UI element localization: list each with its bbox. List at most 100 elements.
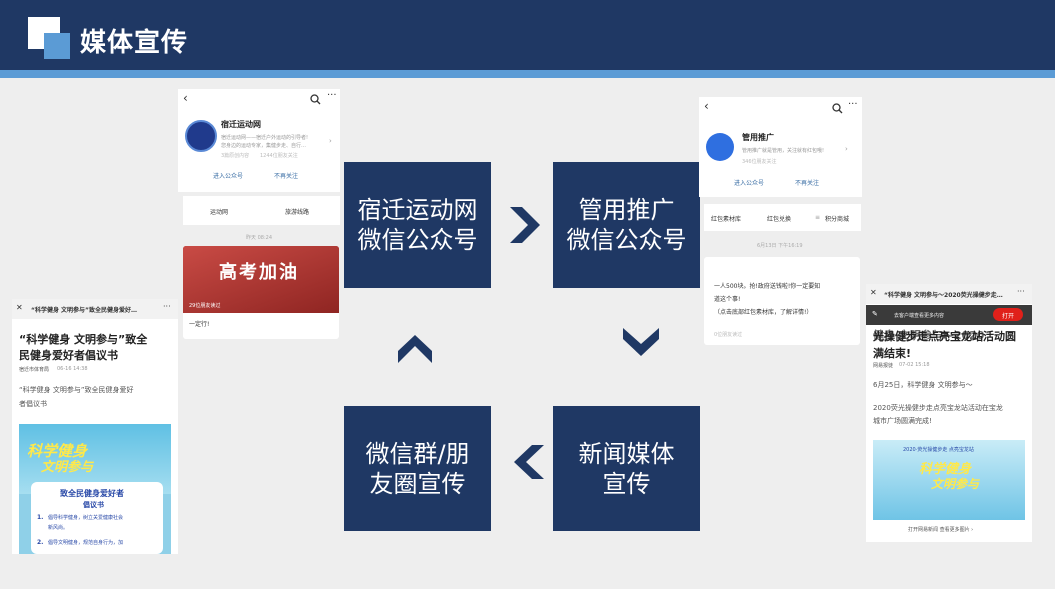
box-wechat-group: 微信群/朋 友圈宣传 [344, 406, 491, 531]
message-time: 昨天 08:24 [246, 235, 272, 241]
close-icon[interactable]: ✕ [16, 303, 23, 312]
close-icon[interactable]: ✕ [870, 288, 877, 297]
enter-account-button[interactable]: 进入公众号 [213, 171, 243, 180]
message-time: 6月13日 下午16:19 [757, 243, 803, 249]
article-banner: 高考加油 29位朋友读过 [183, 246, 339, 313]
topbar-title: “科学健身 文明参与”致全民健身爱好… [31, 307, 137, 314]
arrow-left-icon [514, 445, 544, 479]
article-caption: 一定行! [189, 321, 210, 328]
read-count: 0位朋友读过 [714, 332, 743, 338]
topbar-title: “科学健身 文明参与～2020荧光操健步走… [884, 292, 1003, 299]
article-title: 光操健步走点亮宝龙站活动圆 [873, 330, 1016, 343]
account-stats: 3篇原创内容 [221, 153, 250, 159]
message-text: 一人500块。抢!政府送钱啦!你一定要知 [714, 283, 821, 290]
box-line: 宿迁运动网 [357, 196, 478, 224]
card-guanyong-message[interactable]: 一人500块。抢!政府送钱啦!你一定要知 道这个事! （点击底部红包素材库，了解… [704, 257, 860, 345]
arrow-right-icon [510, 207, 540, 243]
card-suqian-menu: 运动网 旅游线路 [183, 196, 340, 225]
message-text: （点击底部红包素材库，了解详情!） [714, 309, 813, 316]
card-guanyong-account-profile: ‹ ··· 管用推广 管用推广就是管用，关注就有红包哦! › 346位朋友关注 … [699, 97, 862, 197]
account-friends: 1244位朋友关注 [260, 153, 298, 159]
poster-item: 新风尚。 [48, 525, 69, 531]
article-body: 2020荧光操健步走点亮宝龙站活动在宝龙 [873, 404, 1003, 412]
box-line: 微信公众号 [357, 226, 478, 254]
search-icon[interactable] [832, 103, 843, 114]
article-body: 城市广场圆满完成! [873, 417, 932, 425]
list-number: 2. [37, 539, 44, 546]
enter-account-button[interactable]: 进入公众号 [734, 178, 764, 187]
logo-square-blue [44, 33, 70, 59]
box-suqian-sports-wechat: 宿迁运动网 微信公众号 [344, 162, 491, 288]
article-body: “科学健身 文明参与”致全民健身爱好 [19, 386, 134, 394]
card-guanyong-menu: 红包素材库 红包兑换 ≡ 积分商城 [704, 204, 861, 231]
arrow-down-icon [623, 328, 659, 356]
message-text: 道这个事! [714, 296, 741, 303]
box-line: 宣传 [602, 469, 651, 498]
box-line: 管用推广 [578, 196, 675, 224]
article-title: “科学健身 文明参与”致全 [19, 333, 148, 346]
back-icon[interactable]: ‹ [704, 99, 709, 113]
article-poster: 科学健身 文明参与 致全民健身爱好者 倡议书 1. 倡导科学健身，树立关爱健康社… [19, 424, 171, 554]
more-icon[interactable]: ··· [848, 99, 858, 110]
list-number: 1. [37, 514, 44, 521]
account-desc: 管用推广就是管用，关注就有红包哦! [742, 148, 825, 154]
page-title: 媒体宣传 [80, 28, 189, 58]
search-icon[interactable] [310, 94, 321, 105]
article-source: 网易报徒 [873, 363, 894, 369]
banner-hint: 去客户端查看更多内容 [894, 313, 945, 319]
menu-icon: ≡ [815, 214, 821, 221]
banner-subtext: 29位朋友读过 [189, 303, 221, 309]
more-icon[interactable]: ··· [163, 302, 171, 311]
menu-tab[interactable]: 运动网 [210, 207, 228, 216]
poster-slogan: 文明参与 [931, 477, 980, 491]
poster-subtitle: 倡议书 [83, 501, 104, 509]
account-name: 宿迁运动网 [221, 120, 261, 129]
open-app-label: 打开 [1002, 313, 1015, 320]
menu-tab[interactable]: 积分商城 [825, 214, 849, 223]
view-more-link[interactable]: 打开网易新闻 查看更多图片 › [908, 526, 973, 533]
back-icon[interactable]: ‹ [183, 91, 188, 105]
box-line: 微信群/朋 [365, 439, 470, 468]
arrow-up-icon [398, 335, 432, 363]
account-avatar [706, 133, 734, 161]
more-icon[interactable]: ··· [1017, 287, 1025, 296]
article-date: 06-16 14:38 [57, 366, 88, 372]
account-avatar [185, 120, 217, 152]
card-news-article: ✕ “科学健身 文明参与～2020荧光操健步走… ··· ✎ 去客户端查看更多内… [866, 284, 1032, 542]
article-body: 者倡议书 [19, 400, 47, 408]
poster-heading: 2020·荧光操健步走 点亮宝龙站 [903, 447, 974, 453]
article-title: 满结束! [873, 347, 912, 360]
account-friends: 346位朋友关注 [742, 159, 777, 165]
banner-text: 高考加油 [219, 262, 299, 283]
chevron-right-icon[interactable]: › [329, 137, 332, 145]
menu-tab[interactable]: 红包兑换 [767, 214, 791, 223]
poster-title: 致全民健身爱好者 [60, 489, 124, 498]
card-suqian-article[interactable]: 高考加油 29位朋友读过 一定行! [183, 246, 339, 339]
account-name: 管用推广 [742, 133, 774, 142]
article-source: 宿迁市体育局 [19, 367, 50, 373]
account-desc: 宿迁运动网——宿迁户外运动的引导者! [221, 135, 309, 141]
article-poster: 2020·荧光操健步走 点亮宝龙站 科学健身 文明参与 [873, 440, 1025, 520]
article-body: 6月25日，科学健身 文明参与～ [873, 381, 973, 389]
box-line: 微信公众号 [566, 226, 687, 254]
card-suqian-account-profile: ‹ ··· 宿迁运动网 宿迁运动网——宿迁户外运动的引导者! 您身边的运动专家，… [178, 89, 340, 192]
poster-item: 倡导文明健身，规范自身行为，加 [48, 540, 124, 546]
card-proposal-article: ✕ “科学健身 文明参与”致全民健身爱好… ··· “科学健身 文明参与”致全 … [12, 299, 178, 554]
account-desc: 您身边的运动专家，集健步走、自行… [221, 143, 307, 149]
box-news-media: 新闻媒体 宣传 [553, 406, 700, 531]
chevron-right-icon[interactable]: › [845, 145, 848, 153]
article-title: 民健身爱好者倡议书 [19, 349, 118, 362]
unfollow-button[interactable]: 不再关注 [274, 171, 298, 180]
menu-tab[interactable]: 红包素材库 [711, 214, 741, 223]
poster-slogan: 文明参与 [41, 460, 94, 475]
box-line: 新闻媒体 [578, 439, 675, 468]
box-guanyong-wechat: 管用推广 微信公众号 [553, 162, 700, 288]
box-line: 友圈宣传 [369, 469, 466, 498]
header-stripe [0, 70, 1055, 78]
menu-tab[interactable]: 旅游线路 [285, 207, 309, 216]
article-date: 07-02 15:18 [899, 362, 930, 368]
unfollow-button[interactable]: 不再关注 [795, 178, 819, 187]
more-icon[interactable]: ··· [327, 90, 337, 101]
poster-item: 倡导科学健身，树立关爱健康社会 [48, 515, 124, 521]
pencil-icon: ✎ [872, 310, 878, 318]
